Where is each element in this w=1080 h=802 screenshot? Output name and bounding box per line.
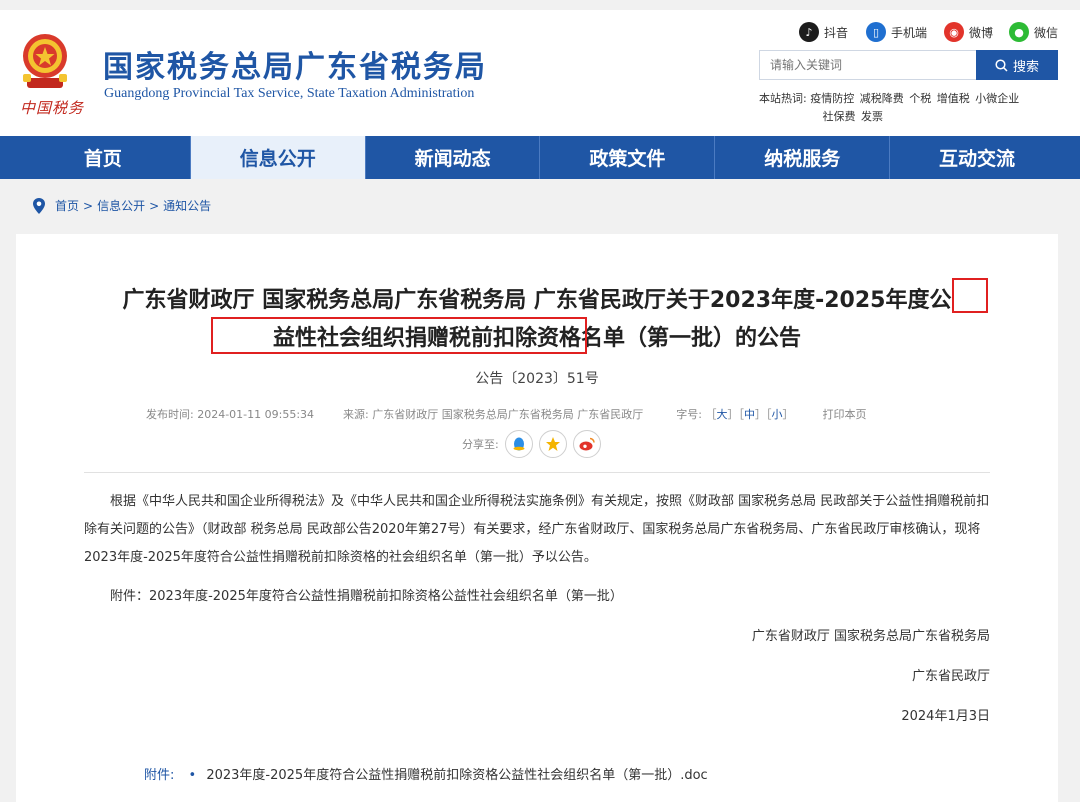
search-input[interactable] xyxy=(759,50,976,80)
hot-word-link[interactable]: 社保费 xyxy=(823,110,856,123)
signers: 广东省财政厅 国家税务总局广东省税务局 xyxy=(751,629,990,644)
nav-policy[interactable]: 政策文件 xyxy=(540,136,716,179)
breadcrumb-separator: > xyxy=(83,198,94,213)
attachment-note: 附件：2023年度-2025年度符合公益性捐赠税前扣除资格公益性社会组织名单（第… xyxy=(110,589,623,604)
qq-share-icon[interactable] xyxy=(504,430,533,458)
site-header: 中国税务 国家税务总局广东省税务局 Guangdong Provincial T… xyxy=(0,10,1080,136)
nav-home[interactable]: 首页 xyxy=(16,136,191,179)
share-label: 分享至: xyxy=(462,438,499,451)
bullet-icon: • xyxy=(188,768,197,783)
emblem-script-text: 中国税务 xyxy=(20,99,85,117)
mobile-link[interactable]: ▯ 手机端 xyxy=(866,22,927,42)
main-nav: 首页 信息公开 新闻动态 政策文件 纳税服务 互动交流 xyxy=(0,136,1080,179)
tax-emblem-icon xyxy=(23,34,67,88)
attachment-file-link[interactable]: 2023年度-2025年度符合公益性捐赠税前扣除资格公益性社会组织名单（第一批）… xyxy=(206,768,707,783)
breadcrumb: 首页 > 信息公开 > 通知公告 xyxy=(32,197,211,214)
weibo-icon: ◉ xyxy=(944,22,964,42)
article-meta: 发布时间: 2024-01-11 09:55:34 来源: 广东省财政厅 国家税… xyxy=(146,408,867,421)
article-title-line1: 广东省财政厅 国家税务总局广东省税务局 广东省民政厅关于2023年度-2025年… xyxy=(122,288,952,313)
article-title-line2: 益性社会组织捐赠税前扣除资格名单（第一批）的公告 xyxy=(272,326,801,351)
breadcrumb-home[interactable]: 首页 xyxy=(55,197,79,214)
breadcrumb-notice[interactable]: 通知公告 xyxy=(163,197,211,214)
hot-word-link[interactable]: 个税 xyxy=(909,92,931,105)
attachment-label: 附件: xyxy=(144,768,175,783)
top-utility-strip xyxy=(0,0,1080,10)
hot-words: 本站热词: 疫情防控 减税降费 个税 增值税 小微企业 社保费 发票 xyxy=(759,90,1059,126)
site-title[interactable]: 国家税务总局广东省税务局 xyxy=(103,42,487,86)
announcement-date: 2024年1月3日 xyxy=(901,709,990,724)
douyin-icon: ♪ xyxy=(799,22,819,42)
article-panel: 广东省财政厅 国家税务总局广东省税务局 广东省民政厅关于2023年度-2025年… xyxy=(16,234,1058,802)
publish-time: 2024-01-11 09:55:34 xyxy=(197,408,315,421)
print-page-link[interactable]: 打印本页 xyxy=(822,408,866,421)
share-bar: 分享至: xyxy=(462,430,601,458)
font-size-large[interactable]: 大 xyxy=(716,408,727,421)
breadcrumb-info[interactable]: 信息公开 xyxy=(97,197,145,214)
weibo-share-icon[interactable] xyxy=(572,430,601,458)
content-divider xyxy=(84,472,990,473)
weibo-link[interactable]: ◉ 微博 xyxy=(944,22,993,42)
font-size-medium[interactable]: 中 xyxy=(744,408,755,421)
document-number: 公告〔2023〕51号 xyxy=(475,371,599,387)
signer-civil-affairs: 广东省民政厅 xyxy=(911,669,990,684)
location-pin-icon xyxy=(33,197,45,214)
search-icon xyxy=(995,58,1008,72)
breadcrumb-separator: > xyxy=(149,198,160,213)
font-size-small[interactable]: 小 xyxy=(771,408,782,421)
hot-word-link[interactable]: 发票 xyxy=(861,110,883,123)
qzone-share-icon[interactable] xyxy=(538,430,567,458)
site-subtitle: Guangdong Provincial Tax Service, State … xyxy=(104,86,475,101)
article-title: 广东省财政厅 国家税务总局广东省税务局 广东省民政厅关于2023年度-2025年… xyxy=(16,282,1058,358)
hot-word-link[interactable]: 减税降费 xyxy=(860,92,904,105)
nav-info-disclosure[interactable]: 信息公开 xyxy=(190,136,366,179)
mobile-icon: ▯ xyxy=(866,22,886,42)
douyin-link[interactable]: ♪ 抖音 xyxy=(799,22,848,42)
article-body: 根据《中华人民共和国企业所得税法》及《中华人民共和国企业所得税法实施条例》有关规… xyxy=(84,488,990,731)
hot-word-link[interactable]: 疫情防控 xyxy=(810,92,854,105)
nav-news[interactable]: 新闻动态 xyxy=(366,136,541,179)
hot-word-link[interactable]: 增值税 xyxy=(937,92,970,105)
hot-word-link[interactable]: 小微企业 xyxy=(975,92,1019,105)
wechat-icon: ● xyxy=(1009,22,1029,42)
nav-interaction[interactable]: 互动交流 xyxy=(890,136,1064,179)
nav-tax-service[interactable]: 纳税服务 xyxy=(715,136,891,179)
hot-words-label: 本站热词: xyxy=(759,92,807,105)
article-source: 广东省财政厅 国家税务总局广东省税务局 广东省民政厅 xyxy=(372,408,644,421)
attachment-row: 附件: • 2023年度-2025年度符合公益性捐赠税前扣除资格公益性社会组织名… xyxy=(144,764,708,783)
body-paragraph: 根据《中华人民共和国企业所得税法》及《中华人民共和国企业所得税法实施条例》有关规… xyxy=(84,494,990,565)
wechat-link[interactable]: ● 微信 xyxy=(1009,22,1058,42)
search-button[interactable]: 搜索 xyxy=(976,50,1058,80)
